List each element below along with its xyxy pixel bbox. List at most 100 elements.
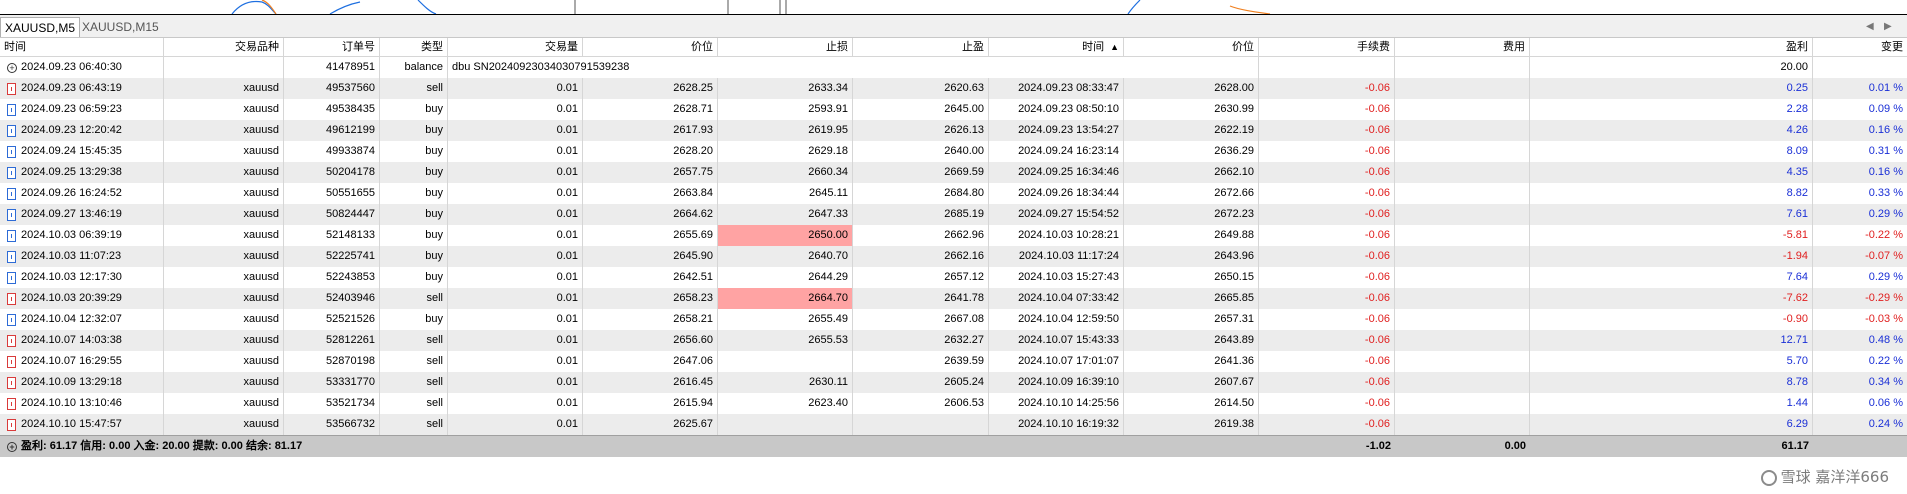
col-header-symbol[interactable]: 交易品种 (164, 38, 284, 56)
cell-tp: 2645.00 (853, 99, 989, 120)
table-row[interactable]: 2024.09.26 16:24:52 xauusd 50551655 buy … (0, 183, 1907, 204)
table-row[interactable]: 2024.09.24 15:45:35 xauusd 49933874 buy … (0, 141, 1907, 162)
cell-volume: 0.01 (448, 99, 583, 120)
cell-sl: 2640.70 (718, 246, 853, 267)
cell-open-price: 2628.25 (583, 78, 718, 99)
cell-type: buy (380, 267, 448, 288)
cell-sl: 2619.95 (718, 120, 853, 141)
cell-open-time: 2024.09.27 13:46:19 (0, 204, 164, 225)
cell-open-price: 2625.67 (583, 414, 718, 435)
cell-type: sell (380, 330, 448, 351)
col-header-profit[interactable]: 盈利 (1530, 38, 1813, 56)
table-row[interactable]: 2024.10.03 06:39:19 xauusd 52148133 buy … (0, 225, 1907, 246)
col-header-change[interactable]: 变更 (1813, 38, 1907, 56)
cell-open-time: 2024.10.07 16:29:55 (0, 351, 164, 372)
cell-profit: -5.81 (1530, 225, 1813, 246)
cell-tp: 2640.00 (853, 141, 989, 162)
cell-close-price: 2607.67 (1124, 372, 1259, 393)
cell-open-time: 2024.10.10 13:10:46 (0, 393, 164, 414)
cell-order: 49933874 (284, 141, 380, 162)
table-row[interactable]: 2024.09.25 13:29:38 xauusd 50204178 buy … (0, 162, 1907, 183)
cell-open-time: 2024.09.23 06:43:19 (0, 78, 164, 99)
cell-open-time: 2024.09.23 06:59:23 (0, 99, 164, 120)
balance-comment: dbu SN20240923034030791539238 (448, 57, 1259, 78)
table-header: 时间 交易品种 订单号 类型 交易量 价位 止损 止盈 时间 ▲ 价位 手续费 费… (0, 38, 1907, 57)
cell-profit: -7.62 (1530, 288, 1813, 309)
cell-open-time: 2024.10.03 11:07:23 (0, 246, 164, 267)
cell-open-price: 2617.93 (583, 120, 718, 141)
col-header-type[interactable]: 类型 (380, 38, 448, 56)
table-row[interactable]: 2024.10.09 13:29:18 xauusd 53331770 sell… (0, 372, 1907, 393)
col-header-volume[interactable]: 交易量 (448, 38, 583, 56)
table-row[interactable]: 2024.09.27 13:46:19 xauusd 50824447 buy … (0, 204, 1907, 225)
cell-close-time: 2024.10.04 12:59:50 (989, 309, 1124, 330)
sort-ascending-icon: ▲ (1110, 42, 1119, 52)
tab-scroll-left-icon[interactable]: ◀ (1866, 17, 1874, 37)
cell-symbol: xauusd (164, 141, 284, 162)
col-header-tp[interactable]: 止盈 (853, 38, 989, 56)
table-row[interactable]: 2024.10.10 13:10:46 xauusd 53521734 sell… (0, 393, 1907, 414)
col-header-time[interactable]: 时间 (0, 38, 164, 56)
table-row[interactable]: 2024.09.23 06:59:23 xauusd 49538435 buy … (0, 99, 1907, 120)
cell-commission: -0.06 (1259, 288, 1395, 309)
cell-symbol: xauusd (164, 393, 284, 414)
cell-fee (1395, 393, 1530, 414)
cell-order: 50551655 (284, 183, 380, 204)
cell-open-price: 2616.45 (583, 372, 718, 393)
cell-volume: 0.01 (448, 267, 583, 288)
col-header-commission[interactable]: 手续费 (1259, 38, 1395, 56)
table-row[interactable]: 2024.10.04 12:32:07 xauusd 52521526 buy … (0, 309, 1907, 330)
summary-bar: + 盈利: 61.17 信用: 0.00 入金: 20.00 提款: 0.00 … (0, 435, 1907, 457)
tab-scroll-right-icon[interactable]: ▶ (1884, 17, 1892, 37)
cell-symbol: xauusd (164, 351, 284, 372)
cell-commission: -0.06 (1259, 372, 1395, 393)
cell-fee (1395, 288, 1530, 309)
cell-fee (1395, 120, 1530, 141)
cell-open-time: 2024.09.24 15:45:35 (0, 141, 164, 162)
cell-open-time: 2024.10.10 15:47:57 (0, 414, 164, 435)
table-row[interactable]: 2024.09.23 06:43:19 xauusd 49537560 sell… (0, 78, 1907, 99)
cell-open-price: 2647.06 (583, 351, 718, 372)
watermark-text: 雪球 嘉洋洋666 (1780, 468, 1889, 486)
col-header-sl[interactable]: 止损 (718, 38, 853, 56)
table-row[interactable]: 2024.10.07 16:29:55 xauusd 52870198 sell… (0, 351, 1907, 372)
cell-volume: 0.01 (448, 393, 583, 414)
cell-symbol: xauusd (164, 204, 284, 225)
table-row[interactable]: 2024.10.03 11:07:23 xauusd 52225741 buy … (0, 246, 1907, 267)
cell-tp: 2626.13 (853, 120, 989, 141)
table-row[interactable]: 2024.10.03 12:17:30 xauusd 52243853 buy … (0, 267, 1907, 288)
tab-xauusd-m5[interactable]: XAUUSD,M5 (0, 17, 81, 37)
table-row[interactable]: 2024.10.03 20:39:29 xauusd 52403946 sell… (0, 288, 1907, 309)
cell-symbol: xauusd (164, 267, 284, 288)
cell-commission: -0.06 (1259, 162, 1395, 183)
cell-sl: 2645.11 (718, 183, 853, 204)
chart-preview-strip (0, 0, 1907, 15)
col-header-close-price[interactable]: 价位 (1124, 38, 1259, 56)
cell-order: 52148133 (284, 225, 380, 246)
cell-change: 0.33 % (1868, 187, 1903, 199)
cell-fee (1395, 225, 1530, 246)
cell-commission: -0.06 (1259, 225, 1395, 246)
table-row[interactable]: 2024.10.10 15:47:57 xauusd 53566732 sell… (0, 414, 1907, 435)
col-header-price[interactable]: 价位 (583, 38, 718, 56)
table-row[interactable]: 2024.10.07 14:03:38 xauusd 52812261 sell… (0, 330, 1907, 351)
table-row[interactable]: 2024.09.23 12:20:42 xauusd 49612199 buy … (0, 120, 1907, 141)
cell-close-time: 2024.10.09 16:39:10 (989, 372, 1124, 393)
cell-open-price: 2628.20 (583, 141, 718, 162)
balance-row[interactable]: + 2024.09.23 06:40:30 41478951 balance d… (0, 57, 1907, 78)
cell-sl: 2660.34 (718, 162, 853, 183)
col-header-close-time[interactable]: 时间 ▲ (989, 38, 1124, 56)
col-header-close-time-label: 时间 (1082, 41, 1105, 53)
cell-order: 52870198 (284, 351, 380, 372)
cell-volume: 0.01 (448, 183, 583, 204)
cell-close-time: 2024.10.10 16:19:32 (989, 414, 1124, 435)
col-header-fee[interactable]: 费用 (1395, 38, 1530, 56)
tab-xauusd-m15[interactable]: XAUUSD,M15 (78, 17, 163, 37)
cell-close-time: 2024.10.03 15:27:43 (989, 267, 1124, 288)
cell-change: 0.16 % (1868, 124, 1903, 136)
cell-profit: 2.28 (1530, 99, 1813, 120)
cell-type: sell (380, 78, 448, 99)
col-header-order[interactable]: 订单号 (284, 38, 380, 56)
cell-volume: 0.01 (448, 351, 583, 372)
cell-close-price: 2643.96 (1124, 246, 1259, 267)
